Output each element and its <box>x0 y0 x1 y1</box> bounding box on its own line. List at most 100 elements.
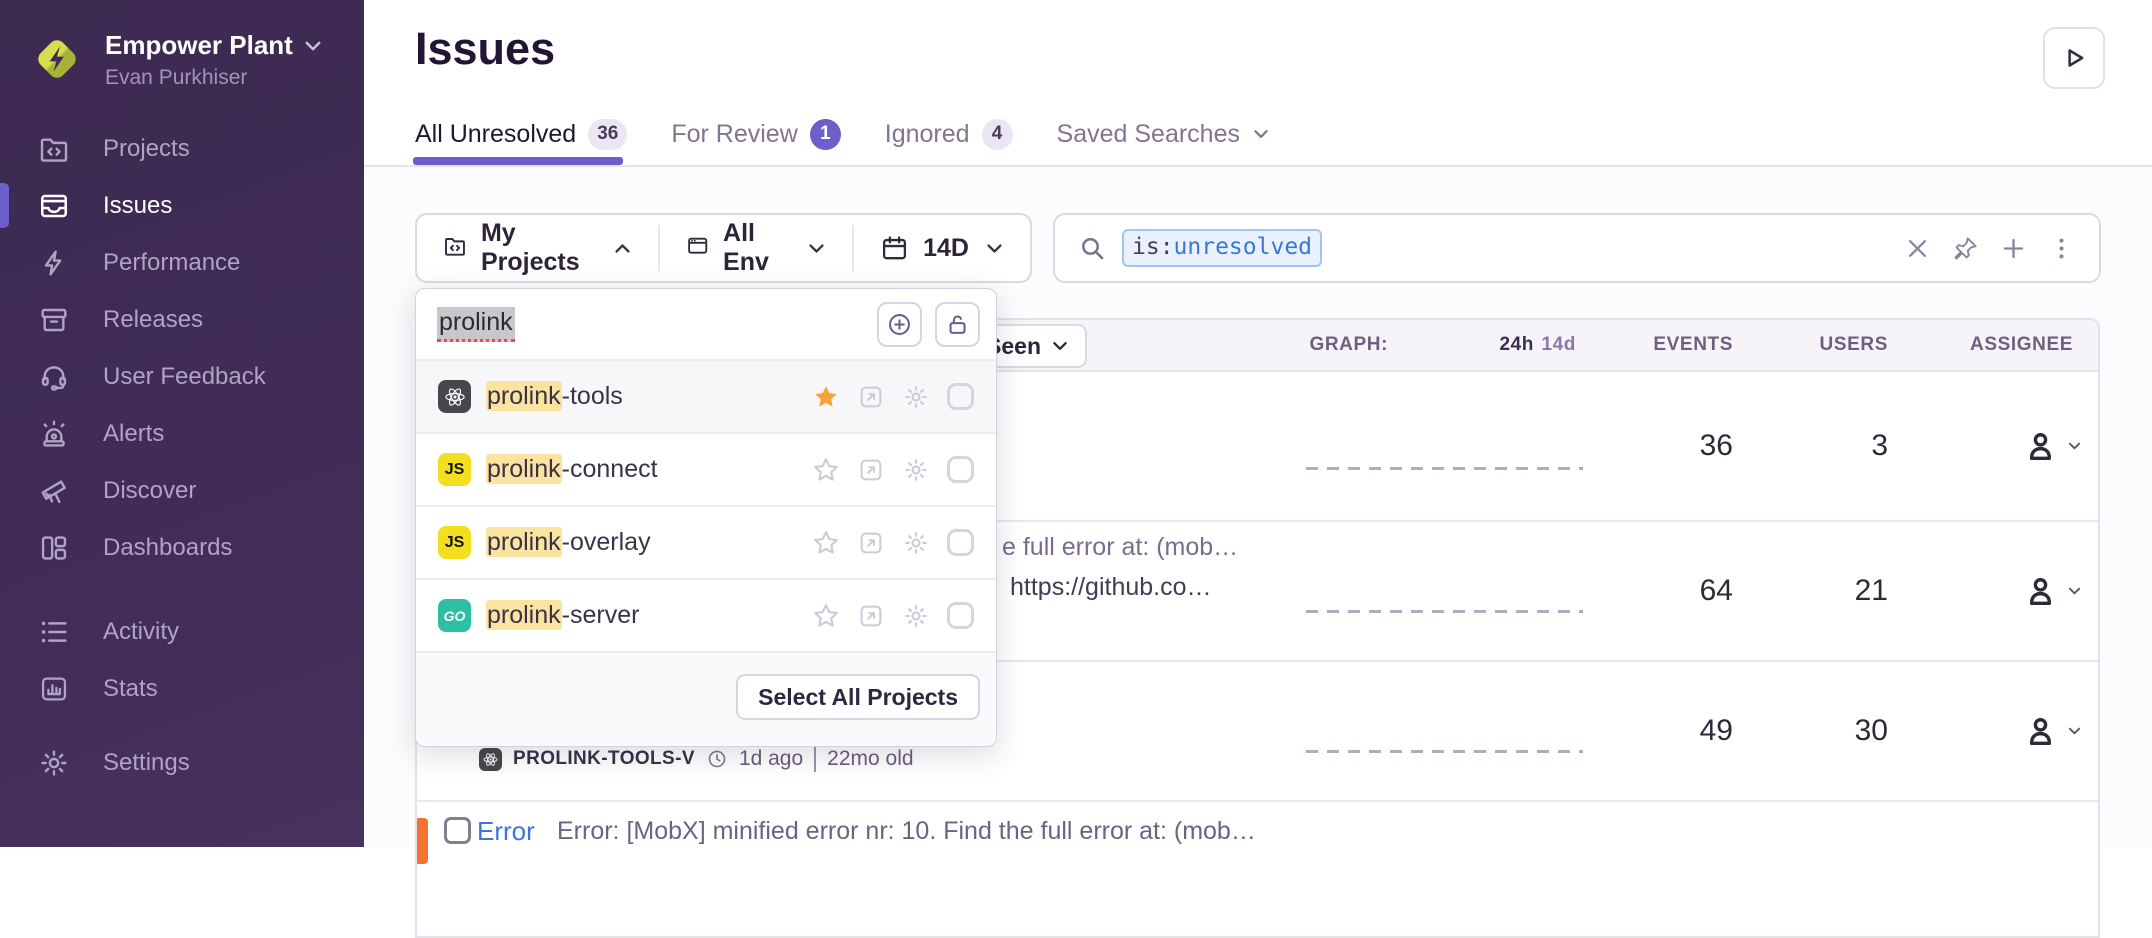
name-rest: -server <box>562 601 640 629</box>
project-settings-gear-icon[interactable] <box>902 529 930 557</box>
open-project-icon[interactable] <box>857 529 885 557</box>
pin-search-icon[interactable] <box>1952 235 1979 262</box>
sidebar-item-performance[interactable]: Performance <box>0 234 364 291</box>
environment-filter-button[interactable]: All Env <box>660 215 853 281</box>
open-project-icon[interactable] <box>857 602 885 630</box>
query-match: prolink <box>486 600 562 630</box>
sparkline-graph <box>1306 750 1583 753</box>
sidebar-item-stats[interactable]: Stats <box>0 660 364 717</box>
star-icon[interactable] <box>812 529 840 557</box>
tab-saved-searches[interactable]: Saved Searches <box>1057 120 1270 149</box>
issue-search-bar[interactable]: is: unresolved <box>1053 213 2101 283</box>
project-settings-gear-icon[interactable] <box>902 456 930 484</box>
org-header[interactable]: Empower Plant Evan Purkhiser <box>28 30 323 90</box>
star-icon[interactable] <box>812 383 840 411</box>
sidebar-item-user-feedback[interactable]: User Feedback <box>0 348 364 405</box>
window-icon <box>686 234 709 263</box>
sidebar-item-releases[interactable]: Releases <box>0 291 364 348</box>
active-indicator <box>0 183 9 228</box>
sidebar-item-projects[interactable]: Projects <box>0 120 364 177</box>
project-option-prolink-connect[interactable]: JS prolink-connect <box>416 434 996 507</box>
project-option-prolink-overlay[interactable]: JS prolink-overlay <box>416 507 996 580</box>
open-project-icon[interactable] <box>857 456 885 484</box>
sidebar-item-label: User Feedback <box>103 363 266 391</box>
replay-play-button[interactable] <box>2043 27 2105 89</box>
sidebar-item-settings[interactable]: Settings <box>0 734 364 791</box>
project-checkbox[interactable] <box>947 383 974 410</box>
project-settings-gear-icon[interactable] <box>902 383 930 411</box>
add-project-button[interactable] <box>877 302 922 347</box>
column-header-events: EVENTS <box>1653 320 1733 370</box>
sidebar-nav: Projects Issues Performance Rele <box>0 120 364 791</box>
issue-title[interactable]: Error: [MobX] minified error nr: 10. Fin… <box>557 817 1256 846</box>
project-checkbox[interactable] <box>947 456 974 483</box>
nav-divider-gap <box>0 717 364 734</box>
column-header-users: USERS <box>1820 320 1888 370</box>
star-icon[interactable] <box>812 602 840 630</box>
events-count: 64 <box>1700 574 1733 608</box>
tab-ignored[interactable]: Ignored 4 <box>885 119 1013 150</box>
assignee-dropdown[interactable] <box>2022 713 2082 750</box>
issue-checkbox[interactable] <box>444 817 471 844</box>
tab-all-unresolved[interactable]: All Unresolved 36 <box>415 119 627 150</box>
javascript-platform-icon: JS <box>438 526 471 559</box>
tab-label: Saved Searches <box>1057 120 1240 149</box>
sidebar-item-discover[interactable]: Discover <box>0 462 364 519</box>
project-filter-button[interactable]: My Projects <box>417 215 658 281</box>
active-tab-underline <box>413 157 623 165</box>
clear-search-icon[interactable] <box>1904 235 1931 262</box>
users-count: 21 <box>1855 574 1888 608</box>
go-platform-icon: GO <box>438 599 471 632</box>
environment-filter-label: All Env <box>723 219 791 277</box>
sidebar-item-label: Issues <box>103 192 172 220</box>
sidebar-item-alerts[interactable]: Alerts <box>0 405 364 462</box>
project-checkbox[interactable] <box>947 602 974 629</box>
plus-circle-icon <box>886 311 913 338</box>
query-match: prolink <box>486 527 562 557</box>
issues-icon <box>38 190 70 222</box>
sidebar-item-label: Releases <box>103 306 203 334</box>
chevron-down-icon <box>1051 337 1069 355</box>
sidebar-item-activity[interactable]: Activity <box>0 603 364 660</box>
meta-separator <box>814 746 816 772</box>
column-header-assignee: ASSIGNEE <box>1970 320 2073 370</box>
tab-for-review[interactable]: For Review 1 <box>671 119 840 150</box>
graph-period-14d[interactable]: 14d <box>1541 320 1576 370</box>
assignee-dropdown[interactable] <box>2022 573 2082 610</box>
issue-meta: PROLINK-TOOLS-V 1d ago 22mo old <box>479 746 914 772</box>
clock-icon <box>706 748 728 770</box>
issue-row[interactable]: Error Error: [MobX] minified error nr: 1… <box>417 802 2098 938</box>
select-all-projects-button[interactable]: Select All Projects <box>736 674 980 720</box>
project-settings-gear-icon[interactable] <box>902 602 930 630</box>
sidebar-item-issues[interactable]: Issues <box>0 177 364 234</box>
project-search-input[interactable]: prolink <box>437 307 515 342</box>
tab-label: For Review <box>671 120 797 149</box>
org-name: Empower Plant <box>105 30 293 61</box>
date-range-filter-button[interactable]: 14D <box>854 215 1030 281</box>
chevron-down-icon <box>2067 724 2082 739</box>
project-name: prolink-server <box>486 601 639 630</box>
tab-label: Ignored <box>885 120 970 149</box>
sidebar-item-label: Projects <box>103 135 190 163</box>
graph-period-24h[interactable]: 24h <box>1499 320 1534 370</box>
issue-type-link[interactable]: Error <box>477 816 535 847</box>
search-filter-token[interactable]: is: unresolved <box>1122 229 1322 267</box>
open-project-icon[interactable] <box>857 383 885 411</box>
assignee-dropdown[interactable] <box>2022 428 2082 465</box>
lock-filter-button[interactable] <box>935 302 980 347</box>
search-menu-icon[interactable] <box>2048 235 2075 262</box>
project-name: prolink-connect <box>486 455 658 484</box>
play-icon <box>2059 43 2089 73</box>
javascript-platform-icon: JS <box>438 453 471 486</box>
sidebar-item-label: Stats <box>103 675 158 703</box>
star-icon[interactable] <box>812 456 840 484</box>
assignee-person-icon <box>2022 573 2059 610</box>
create-saved-search-icon[interactable] <box>2000 235 2027 262</box>
sidebar-item-dashboards[interactable]: Dashboards <box>0 519 364 576</box>
performance-icon <box>38 247 70 279</box>
project-option-prolink-tools[interactable]: prolink-tools <box>416 361 996 434</box>
name-rest: -tools <box>562 382 623 410</box>
project-checkbox[interactable] <box>947 529 974 556</box>
project-option-prolink-server[interactable]: GO prolink-server <box>416 580 996 653</box>
sidebar-item-label: Settings <box>103 749 190 777</box>
